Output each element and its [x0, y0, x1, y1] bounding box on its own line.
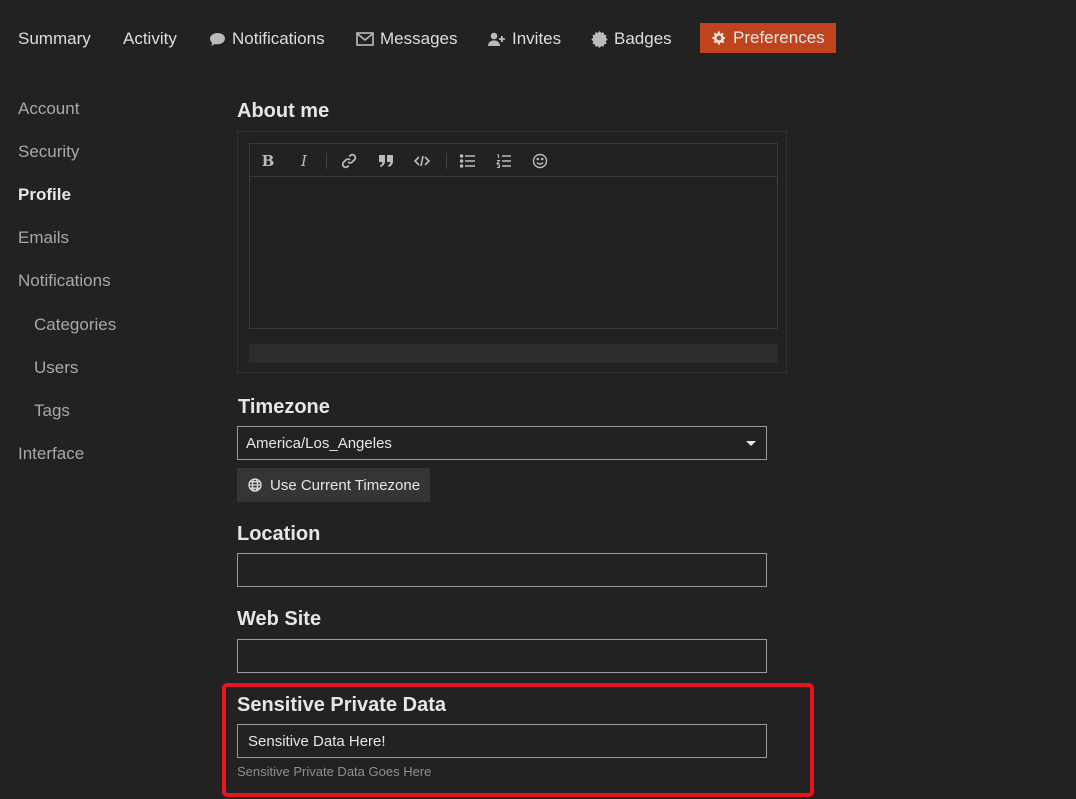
nav-activity-label: Activity: [123, 29, 177, 48]
sensitive-data-label: Sensitive Private Data: [237, 694, 446, 716]
sidebar-item-security[interactable]: Security: [18, 142, 79, 162]
nav-summary-label: Summary: [18, 29, 91, 48]
nav-notifications[interactable]: Notifications: [209, 26, 325, 52]
website-input[interactable]: [237, 639, 767, 673]
sidebar-item-profile[interactable]: Profile: [18, 185, 71, 205]
gear-icon: [712, 31, 725, 45]
numbered-list-icon: [496, 154, 511, 168]
nav-badges[interactable]: Badges: [591, 26, 672, 52]
code-button[interactable]: [410, 150, 434, 172]
sensitive-data-input[interactable]: [237, 724, 767, 758]
link-icon: [341, 153, 357, 169]
caret-down-icon: [746, 441, 756, 446]
quote-button[interactable]: [374, 150, 398, 172]
website-label: Web Site: [237, 608, 322, 630]
nav-summary[interactable]: Summary: [18, 26, 91, 52]
nav-preferences[interactable]: Preferences: [700, 23, 836, 53]
envelope-icon: [356, 32, 374, 46]
use-current-timezone-button[interactable]: Use Current Timezone: [237, 468, 430, 502]
smile-icon: [532, 153, 548, 169]
italic-button[interactable]: I: [292, 150, 316, 172]
nav-messages[interactable]: Messages: [356, 26, 457, 52]
sidebar-item-interface[interactable]: Interface: [18, 444, 84, 464]
emoji-button[interactable]: [528, 150, 552, 172]
editor-toolbar: B I: [249, 143, 778, 177]
link-button[interactable]: [337, 150, 361, 172]
code-icon: [414, 155, 430, 167]
nav-messages-label: Messages: [380, 29, 458, 48]
nav-preferences-label: Preferences: [733, 28, 825, 47]
nav-notifications-label: Notifications: [232, 29, 325, 48]
user-nav: Summary Activity Notifications Messages …: [0, 0, 1076, 76]
quote-icon: [379, 155, 393, 167]
sidebar-item-account[interactable]: Account: [18, 99, 79, 119]
toolbar-divider: [326, 153, 327, 169]
nav-badges-label: Badges: [614, 29, 672, 48]
sidebar-item-notifications[interactable]: Notifications: [18, 271, 111, 291]
nav-invites-label: Invites: [512, 29, 562, 48]
use-current-timezone-label: Use Current Timezone: [270, 476, 421, 494]
comment-icon: [210, 32, 225, 46]
sensitive-data-hint: Sensitive Private Data Goes Here: [237, 764, 432, 779]
about-me-label: About me: [237, 100, 330, 122]
sidebar-item-emails[interactable]: Emails: [18, 228, 69, 248]
editor-preview-bar: [249, 344, 778, 363]
certificate-icon: [591, 30, 608, 48]
about-me-textarea[interactable]: [249, 177, 778, 329]
sidebar-item-users[interactable]: Users: [34, 358, 78, 378]
globe-icon: [248, 478, 262, 492]
timezone-select[interactable]: America/Los_Angeles: [237, 426, 767, 460]
sidebar-item-tags[interactable]: Tags: [34, 401, 70, 421]
bold-icon: B: [261, 152, 275, 170]
sidebar-item-categories[interactable]: Categories: [34, 315, 116, 335]
toolbar-divider: [446, 153, 447, 169]
bold-button[interactable]: B: [256, 150, 280, 172]
italic-icon: I: [301, 152, 307, 170]
bullet-list-button[interactable]: [456, 150, 480, 172]
user-plus-icon: [488, 32, 505, 46]
timezone-selected-value: America/Los_Angeles: [246, 434, 392, 452]
timezone-label: Timezone: [238, 396, 330, 418]
about-me-editor: B I: [237, 131, 787, 373]
location-input[interactable]: [237, 553, 767, 587]
location-label: Location: [237, 523, 321, 545]
nav-invites[interactable]: Invites: [488, 26, 561, 52]
numbered-list-button[interactable]: [492, 150, 516, 172]
bullet-list-icon: [460, 154, 475, 168]
nav-activity[interactable]: Activity: [123, 26, 177, 52]
